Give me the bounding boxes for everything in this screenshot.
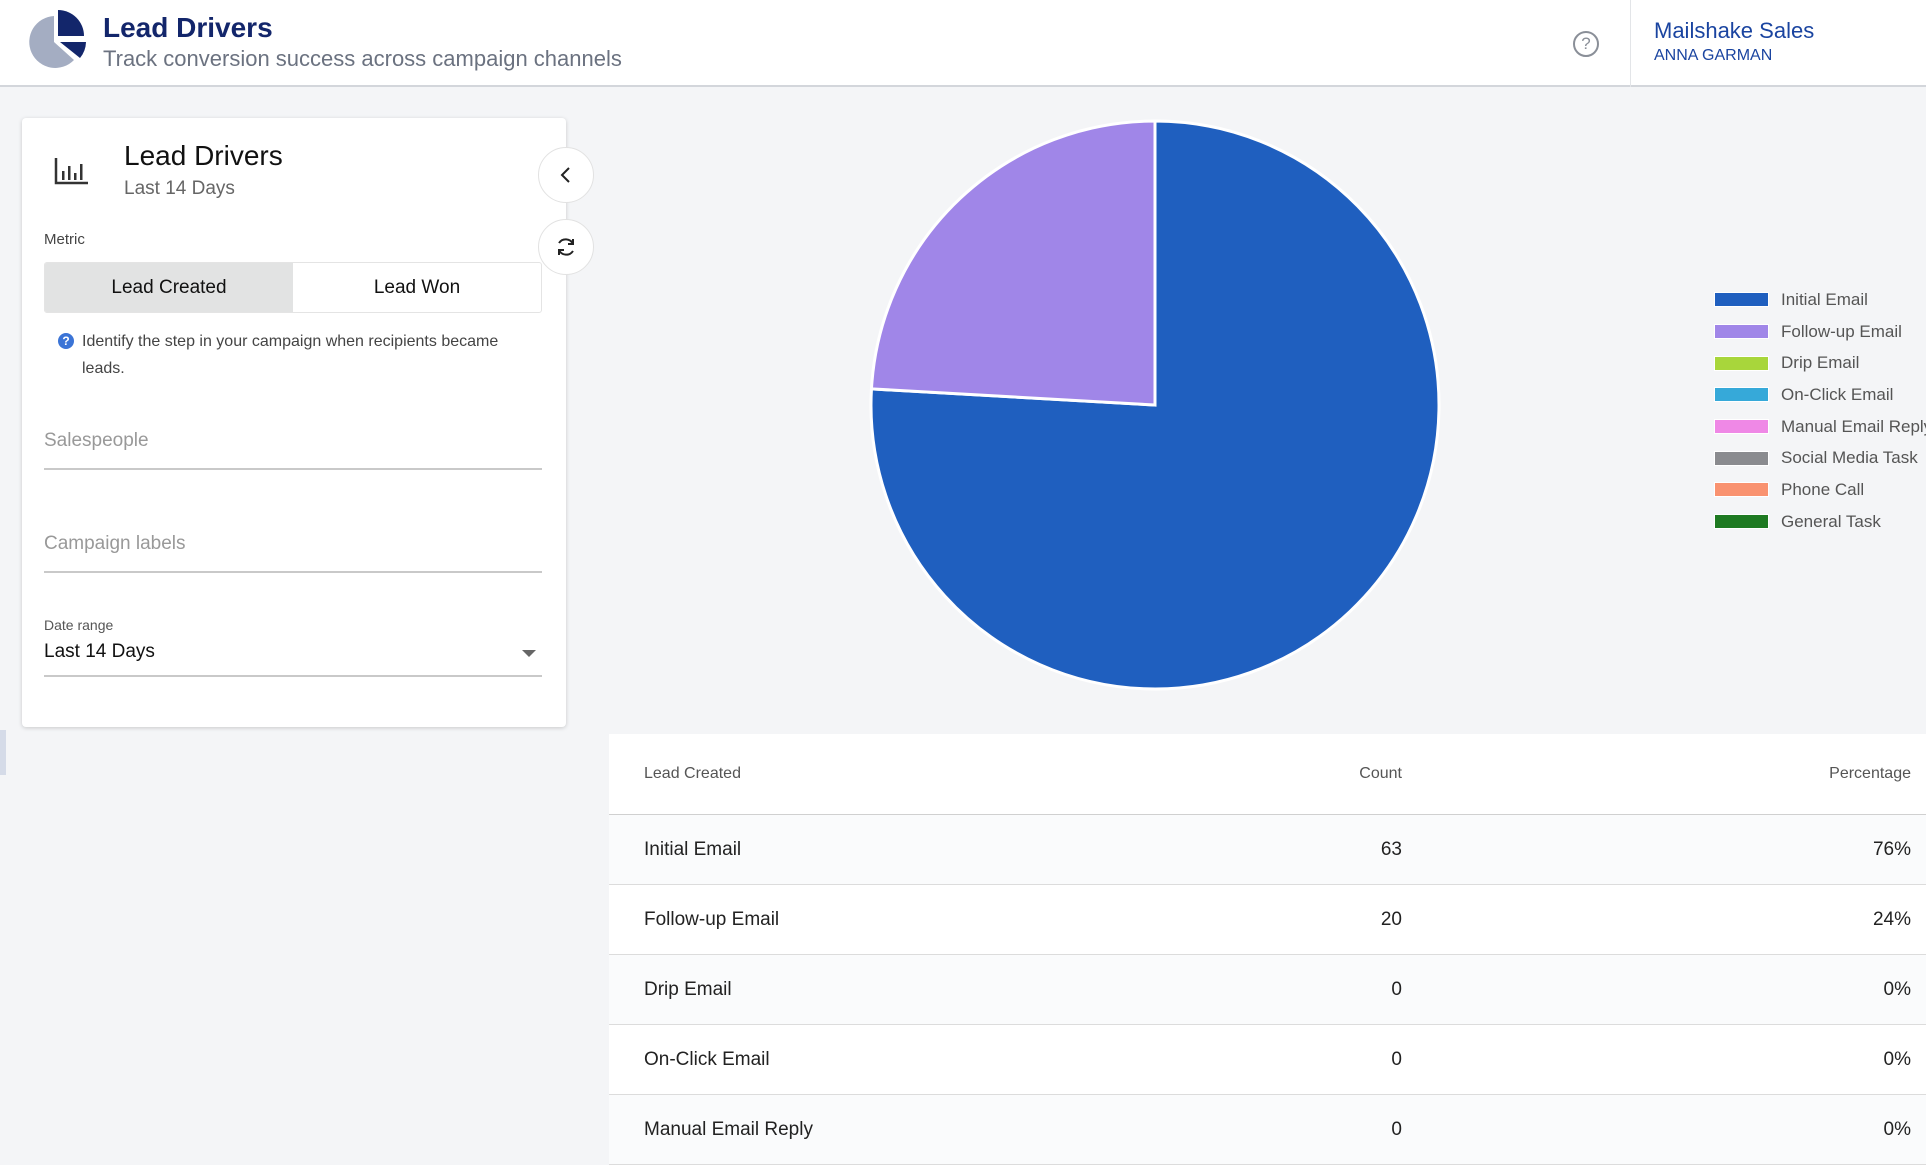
legend-swatch [1714, 419, 1769, 435]
legend-swatch [1714, 450, 1769, 466]
campaign-labels-input[interactable]: Campaign labels [44, 533, 542, 573]
col-header-count[interactable]: Count [1359, 765, 1402, 783]
table-row: Manual Email Reply 0 0% [609, 1095, 1926, 1165]
cell-percentage: 24% [1872, 908, 1911, 930]
table-header: Lead Created Count Percentage [609, 734, 1926, 815]
cell-count: 20 [1380, 908, 1402, 930]
legend-label: Phone Call [1781, 479, 1865, 499]
legend-swatch [1714, 292, 1769, 308]
filters-panel: Lead Drivers Last 14 Days Metric Lead Cr… [22, 118, 566, 727]
legend-item[interactable]: Drip Email [1714, 347, 1926, 379]
col-header-step[interactable]: Lead Created [644, 765, 741, 783]
dropdown-arrow-icon [522, 650, 536, 657]
legend-label: Initial Email [1781, 289, 1868, 309]
cell-percentage: 0% [1883, 1048, 1911, 1070]
cell-step: Initial Email [644, 838, 742, 860]
metric-label: Metric [44, 231, 85, 248]
cell-count: 0 [1391, 1118, 1402, 1140]
legend-label: Drip Email [1781, 353, 1860, 373]
cell-step: Follow-up Email [644, 908, 780, 930]
salespeople-placeholder: Salespeople [44, 430, 149, 451]
cell-percentage: 76% [1872, 838, 1911, 860]
app-header: Lead Drivers Track conversion success ac… [0, 0, 1926, 87]
cell-count: 63 [1380, 838, 1402, 860]
table-row: Drip Email 0 0% [609, 955, 1926, 1025]
account-menu[interactable]: Mailshake Sales ANNA GARMAN [1630, 0, 1926, 87]
legend-item[interactable]: General Task [1714, 506, 1926, 538]
account-user: ANNA GARMAN [1654, 47, 1773, 64]
metric-toggle: Lead Created Lead Won [44, 262, 542, 313]
cell-count: 0 [1391, 978, 1402, 1000]
legend-swatch [1714, 482, 1769, 498]
cell-count: 0 [1391, 1048, 1402, 1070]
pie-chart [869, 119, 1441, 691]
refresh-button[interactable] [538, 219, 594, 275]
cell-step: Manual Email Reply [644, 1118, 813, 1140]
app-subtitle: Track conversion success across campaign… [103, 46, 622, 71]
app-title: Lead Drivers [103, 12, 273, 43]
table-row: Follow-up Email 20 24% [609, 885, 1926, 955]
collapse-panel-button[interactable] [538, 147, 594, 203]
chevron-left-icon [560, 167, 570, 183]
metric-lead-won[interactable]: Lead Won [293, 263, 541, 312]
sidebar-edge [0, 730, 6, 775]
date-range-select[interactable]: Date range Last 14 Days [44, 617, 542, 677]
legend-label: Follow-up Email [1781, 321, 1902, 341]
hint-text: Identify the step in your campaign when … [82, 333, 499, 377]
pie-chart-logo-icon [29, 10, 86, 68]
legend-item[interactable]: Social Media Task [1714, 442, 1926, 474]
table-row: On-Click Email 0 0% [609, 1025, 1926, 1095]
col-header-percentage[interactable]: Percentage [1829, 765, 1911, 783]
legend-item[interactable]: Phone Call [1714, 474, 1926, 506]
date-range-value: Last 14 Days [44, 641, 155, 662]
cell-step: Drip Email [644, 978, 732, 1000]
legend-label: Social Media Task [1781, 448, 1918, 468]
info-icon: ? [58, 333, 74, 349]
salespeople-input[interactable]: Salespeople [44, 430, 542, 470]
panel-subtitle: Last 14 Days [124, 178, 235, 199]
help-circle-icon[interactable]: ? [1573, 31, 1599, 57]
date-range-label: Date range [44, 617, 114, 633]
legend-swatch [1714, 355, 1769, 371]
cell-step: On-Click Email [644, 1048, 770, 1070]
legend-swatch [1714, 324, 1769, 340]
legend-swatch [1714, 514, 1769, 530]
legend-item[interactable]: Follow-up Email [1714, 316, 1926, 348]
cell-percentage: 0% [1883, 978, 1911, 1000]
legend-label: General Task [1781, 511, 1881, 531]
refresh-icon [558, 238, 574, 256]
legend-item[interactable]: Initial Email [1714, 284, 1926, 316]
table-row: Initial Email 63 76% [609, 815, 1926, 885]
legend-label: Manual Email Reply [1781, 416, 1926, 436]
metric-lead-created[interactable]: Lead Created [45, 263, 293, 312]
bar-chart-icon [54, 158, 88, 185]
metric-hint: ? Identify the step in your campaign whe… [58, 328, 538, 382]
pie-slice-follow-up-email[interactable] [869, 119, 1157, 407]
account-org: Mailshake Sales [1654, 18, 1815, 43]
panel-title: Lead Drivers [124, 140, 283, 171]
legend-item[interactable]: Manual Email Reply [1714, 411, 1926, 443]
chart-legend: Initial Email Follow-up Email Drip Email On… [1714, 284, 1926, 538]
campaign-labels-placeholder: Campaign labels [44, 533, 186, 554]
results-table: Lead Created Count Percentage Initial Em… [609, 734, 1926, 1165]
cell-percentage: 0% [1883, 1118, 1911, 1140]
legend-label: On-Click Email [1781, 384, 1894, 404]
legend-item[interactable]: On-Click Email [1714, 379, 1926, 411]
legend-swatch [1714, 387, 1769, 403]
